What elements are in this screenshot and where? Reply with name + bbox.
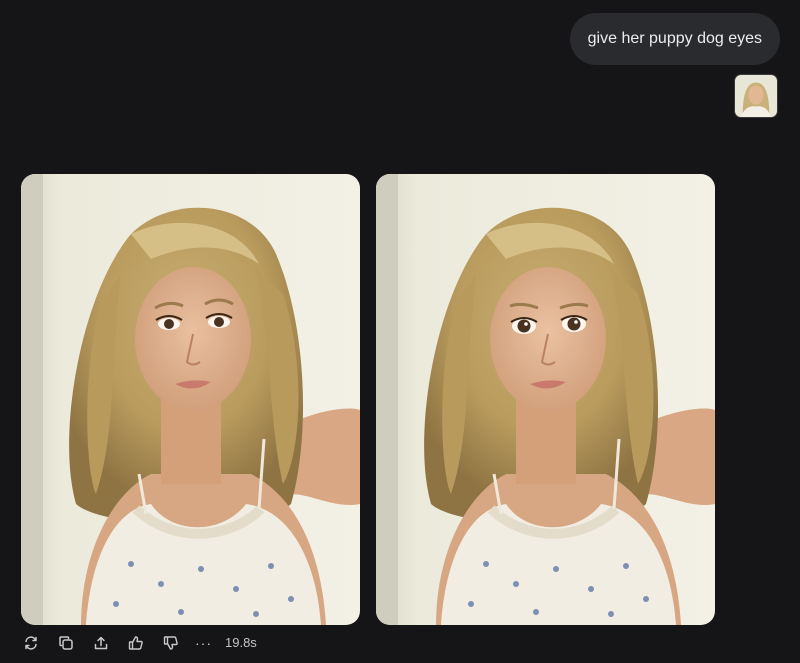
copy-button[interactable]: [55, 632, 77, 654]
thumbs-down-icon: [163, 636, 178, 650]
share-icon: [94, 636, 108, 650]
attached-portrait-image: [735, 75, 777, 117]
portrait-image: [376, 174, 715, 625]
thumbs-down-button[interactable]: [160, 632, 182, 654]
share-button[interactable]: [90, 632, 112, 654]
chat-thread: give her puppy dog eyes ··· 19.8s: [0, 0, 800, 663]
attached-image-thumbnail[interactable]: [734, 74, 778, 118]
portrait-image: [21, 174, 360, 625]
generated-image-edited[interactable]: [376, 174, 715, 625]
copy-icon: [59, 636, 73, 650]
generation-time: 19.8s: [225, 635, 257, 650]
regenerate-button[interactable]: [20, 632, 42, 654]
user-message-bubble: give her puppy dog eyes: [569, 13, 780, 65]
response-action-bar: ··· 19.8s: [20, 632, 257, 654]
more-options-button[interactable]: ···: [195, 632, 212, 654]
thumbs-up-icon: [128, 636, 143, 650]
generated-image-original[interactable]: [21, 174, 360, 625]
thumbs-up-button[interactable]: [125, 632, 147, 654]
user-message-text: give her puppy dog eyes: [587, 30, 762, 47]
regenerate-icon: [25, 636, 37, 650]
